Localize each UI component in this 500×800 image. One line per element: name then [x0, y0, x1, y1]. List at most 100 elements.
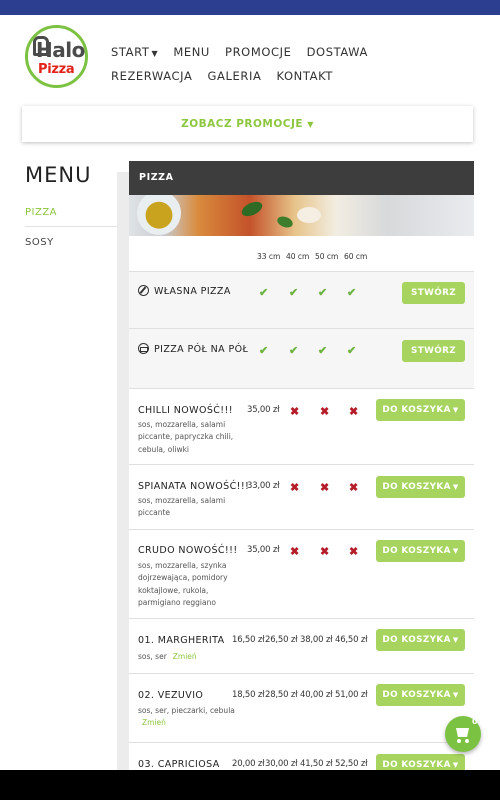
menu-table: 33 cm 40 cm 50 cm 60 cm WŁASNA PIZZA ✔ ✔… [129, 236, 474, 783]
add-to-cart-button[interactable]: DO KOSZYKA ▼ [376, 684, 465, 706]
top-bar [0, 0, 500, 15]
cross-icon: ✖ [290, 482, 300, 494]
promo-label: ZOBACZ PROMOCJE [181, 118, 304, 130]
description-text: sos, ser, pieczarki, cebula [138, 706, 235, 715]
item-name: CRUDO NOWOŚĆ!!! [138, 545, 238, 556]
basil-leaf [275, 214, 295, 230]
nav-start[interactable]: START ▼ [111, 41, 158, 65]
button-label: DO KOSZYKA [382, 690, 451, 700]
item-name: PIZZA PÓŁ NA PÓŁ [154, 344, 249, 355]
item-price: 28,50 zł [265, 690, 298, 700]
table-row: 02. VEZUVIO sos, ser, pieczarki, cebula Z… [129, 674, 474, 743]
caret-down-icon: ▼ [452, 547, 459, 555]
size-label: 60 cm [344, 252, 368, 261]
sidebar-item-pizza[interactable]: PIZZA [25, 207, 57, 218]
check-icon: ✔ [318, 287, 328, 299]
add-to-cart-button[interactable]: DO KOSZYKA ▼ [376, 540, 465, 562]
item-price: 35,00 zł [247, 405, 280, 415]
check-icon: ✔ [289, 287, 299, 299]
cross-icon: ✖ [290, 546, 300, 558]
basil-leaf [239, 198, 265, 220]
check-icon: ✔ [289, 345, 299, 357]
add-to-cart-button[interactable]: DO KOSZYKA ▼ [376, 629, 465, 651]
size-label: 50 cm [315, 252, 339, 261]
create-button[interactable]: STWÓRZ [402, 282, 465, 304]
caret-down-icon: ▼ [452, 483, 459, 491]
nav-menu[interactable]: MENU [173, 41, 210, 64]
item-name: 01. MARGHERITA [138, 635, 225, 646]
change-link[interactable]: Zmień [173, 652, 197, 661]
caret-down-icon: ▼ [151, 49, 159, 58]
cross-icon: ✖ [349, 546, 359, 558]
button-label: DO KOSZYKA [382, 546, 451, 556]
nav-dostawa[interactable]: DOSTAWA [307, 41, 368, 64]
item-price: 30,00 zł [265, 759, 298, 769]
check-icon: ✔ [259, 345, 269, 357]
pizza-banner-image [129, 195, 474, 236]
olive-oil-bowl [137, 195, 181, 235]
item-price: 35,00 zł [247, 545, 280, 555]
caret-down-icon: ▼ [452, 406, 459, 414]
bottom-bar [0, 770, 500, 800]
cross-icon: ✖ [320, 406, 330, 418]
main-nav: START ▼ MENU PROMOCJE DOSTAWA REZERWACJA … [111, 41, 471, 88]
nav-kontakt[interactable]: KONTAKT [277, 65, 333, 88]
cross-icon: ✖ [320, 546, 330, 558]
sidebar-title: MENU [25, 163, 92, 187]
item-name: CHILLI NOWOŚĆ!!! [138, 405, 233, 416]
nav-galeria[interactable]: GALERIA [208, 65, 262, 88]
item-price: 40,00 zł [300, 690, 333, 700]
nav-promocje[interactable]: PROMOCJE [225, 41, 291, 64]
size-label: 33 cm [257, 252, 281, 261]
button-label: DO KOSZYKA [382, 405, 451, 415]
table-row: SPIANATA NOWOŚĆ!!! sos, mozzarella, sala… [129, 465, 474, 530]
caret-down-icon: ▼ [307, 120, 314, 129]
size-header-row: 33 cm 40 cm 50 cm 60 cm [129, 236, 474, 272]
section-header: PIZZA [129, 161, 474, 195]
cart-wheel [457, 739, 461, 743]
cross-icon: ✖ [349, 406, 359, 418]
item-price: 26,50 zł [265, 635, 298, 645]
add-to-cart-button[interactable]: DO KOSZYKA ▼ [376, 476, 465, 498]
table-row: 01. MARGHERITA sos, ser Zmień 16,50 zł 26… [129, 619, 474, 674]
caret-down-icon: ▼ [452, 636, 459, 644]
button-label: DO KOSZYKA [382, 635, 451, 645]
size-label: 40 cm [286, 252, 310, 261]
nav-rezerwacja[interactable]: REZERWACJA [111, 65, 192, 88]
cart-icon [456, 728, 469, 737]
cart-count-badge: 0 [472, 717, 478, 726]
sidebar-strip [117, 172, 129, 772]
item-name: WŁASNA PIZZA [154, 286, 231, 297]
table-row: PIZZA PÓŁ NA PÓŁ ✔ ✔ ✔ ✔ STWÓRZ [129, 329, 474, 389]
cart-wheel [465, 739, 469, 743]
create-button[interactable]: STWÓRZ [402, 340, 465, 362]
item-price: 41,50 zł [300, 759, 333, 769]
item-price: 33,00 zł [247, 481, 280, 491]
caret-down-icon: ▼ [452, 761, 459, 769]
item-description: sos, mozzarella, salami piccante [138, 496, 226, 518]
item-description: sos, ser, pieczarki, cebula Zmień [138, 705, 238, 730]
item-price: 18,50 zł [232, 690, 265, 700]
table-row: CHILLI NOWOŚĆ!!! sos, mozzarella, salami… [129, 389, 474, 465]
check-icon: ✔ [259, 287, 269, 299]
mozzarella-piece [297, 207, 321, 223]
change-link[interactable]: Zmień [142, 718, 166, 727]
item-description: sos, mozzarella, szynka dojrzewająca, po… [138, 561, 228, 607]
item-price: 51,00 zł [335, 690, 368, 700]
cart-button[interactable]: 0 [445, 716, 481, 752]
see-promotions-button[interactable]: ZOBACZ PROMOCJE ▼ [22, 106, 473, 142]
logo-word-pizza: Pizza [38, 62, 75, 77]
item-description: sos, mozzarella, salami piccante, papryc… [138, 420, 234, 454]
add-to-cart-button[interactable]: DO KOSZYKA ▼ [376, 399, 465, 421]
item-price: 52,50 zł [335, 759, 368, 769]
half-pizza-icon [138, 343, 149, 354]
logo-word-halo: Halo [36, 38, 85, 62]
table-row: CRUDO NOWOŚĆ!!! sos, mozzarella, szynka … [129, 530, 474, 619]
sidebar-item-sosy[interactable]: SOSY [25, 237, 54, 248]
button-label: DO KOSZYKA [382, 760, 451, 770]
check-icon: ✔ [347, 287, 357, 299]
halo-pizza-logo[interactable]: Halo Pizza [25, 25, 88, 88]
item-name: SPIANATA NOWOŚĆ!!! [138, 481, 250, 492]
item-price: 46,50 zł [335, 635, 368, 645]
cross-icon: ✖ [349, 482, 359, 494]
